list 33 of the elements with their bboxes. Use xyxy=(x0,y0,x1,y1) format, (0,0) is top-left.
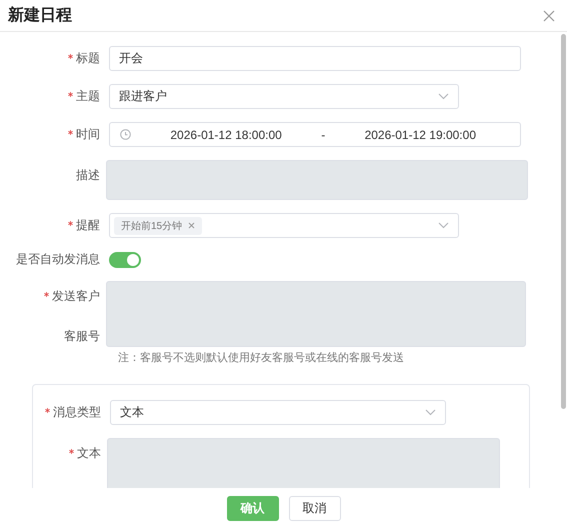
cancel-button[interactable]: 取消 xyxy=(288,496,340,521)
select-field[interactable]: 跟进客户 xyxy=(109,84,459,109)
clock-icon xyxy=(120,129,131,140)
field-label: 提醒 xyxy=(0,217,109,234)
start-time: 2026-01-12 18:00:00 xyxy=(170,128,282,142)
selector-panel[interactable] xyxy=(106,281,526,347)
field-label: 是否自动发消息 xyxy=(15,251,101,268)
toggle-switch[interactable] xyxy=(109,252,141,268)
text-area[interactable] xyxy=(106,160,528,200)
dialog-title: 新建日程 xyxy=(8,5,72,26)
chevron-down-icon xyxy=(425,409,436,416)
field-label: 主题 xyxy=(0,88,109,105)
hint-text: 注：客服号不选则默认使用好友客服号或在线的客服号发送 xyxy=(118,350,405,365)
end-time: 2026-01-12 19:00:00 xyxy=(364,128,476,142)
field-label: 时间 xyxy=(0,126,109,143)
close-icon[interactable] xyxy=(188,222,196,229)
text-area[interactable] xyxy=(107,438,500,488)
field-label: 标题 xyxy=(0,50,109,67)
range-separator: - xyxy=(321,128,326,142)
field-label: 文本 xyxy=(33,438,110,462)
date-range-picker[interactable]: 2026-01-12 18:00:00 - 2026-01-12 19:00:00 xyxy=(109,122,521,147)
chevron-down-icon xyxy=(438,93,449,100)
field-label: 发送客户 xyxy=(0,288,109,305)
multi-select-field[interactable]: 开始前15分钟 xyxy=(109,213,459,238)
chevron-down-icon xyxy=(438,222,449,229)
selected-tag: 开始前15分钟 xyxy=(114,216,202,234)
field-label: 描述 xyxy=(75,167,101,184)
text-input[interactable]: 开会 xyxy=(109,46,521,71)
close-icon[interactable] xyxy=(543,10,555,22)
field-label: 客服号 xyxy=(63,328,101,345)
select-field[interactable]: 文本 xyxy=(110,400,446,425)
scrollbar[interactable] xyxy=(561,34,566,409)
field-label: 消息类型 xyxy=(33,404,110,421)
